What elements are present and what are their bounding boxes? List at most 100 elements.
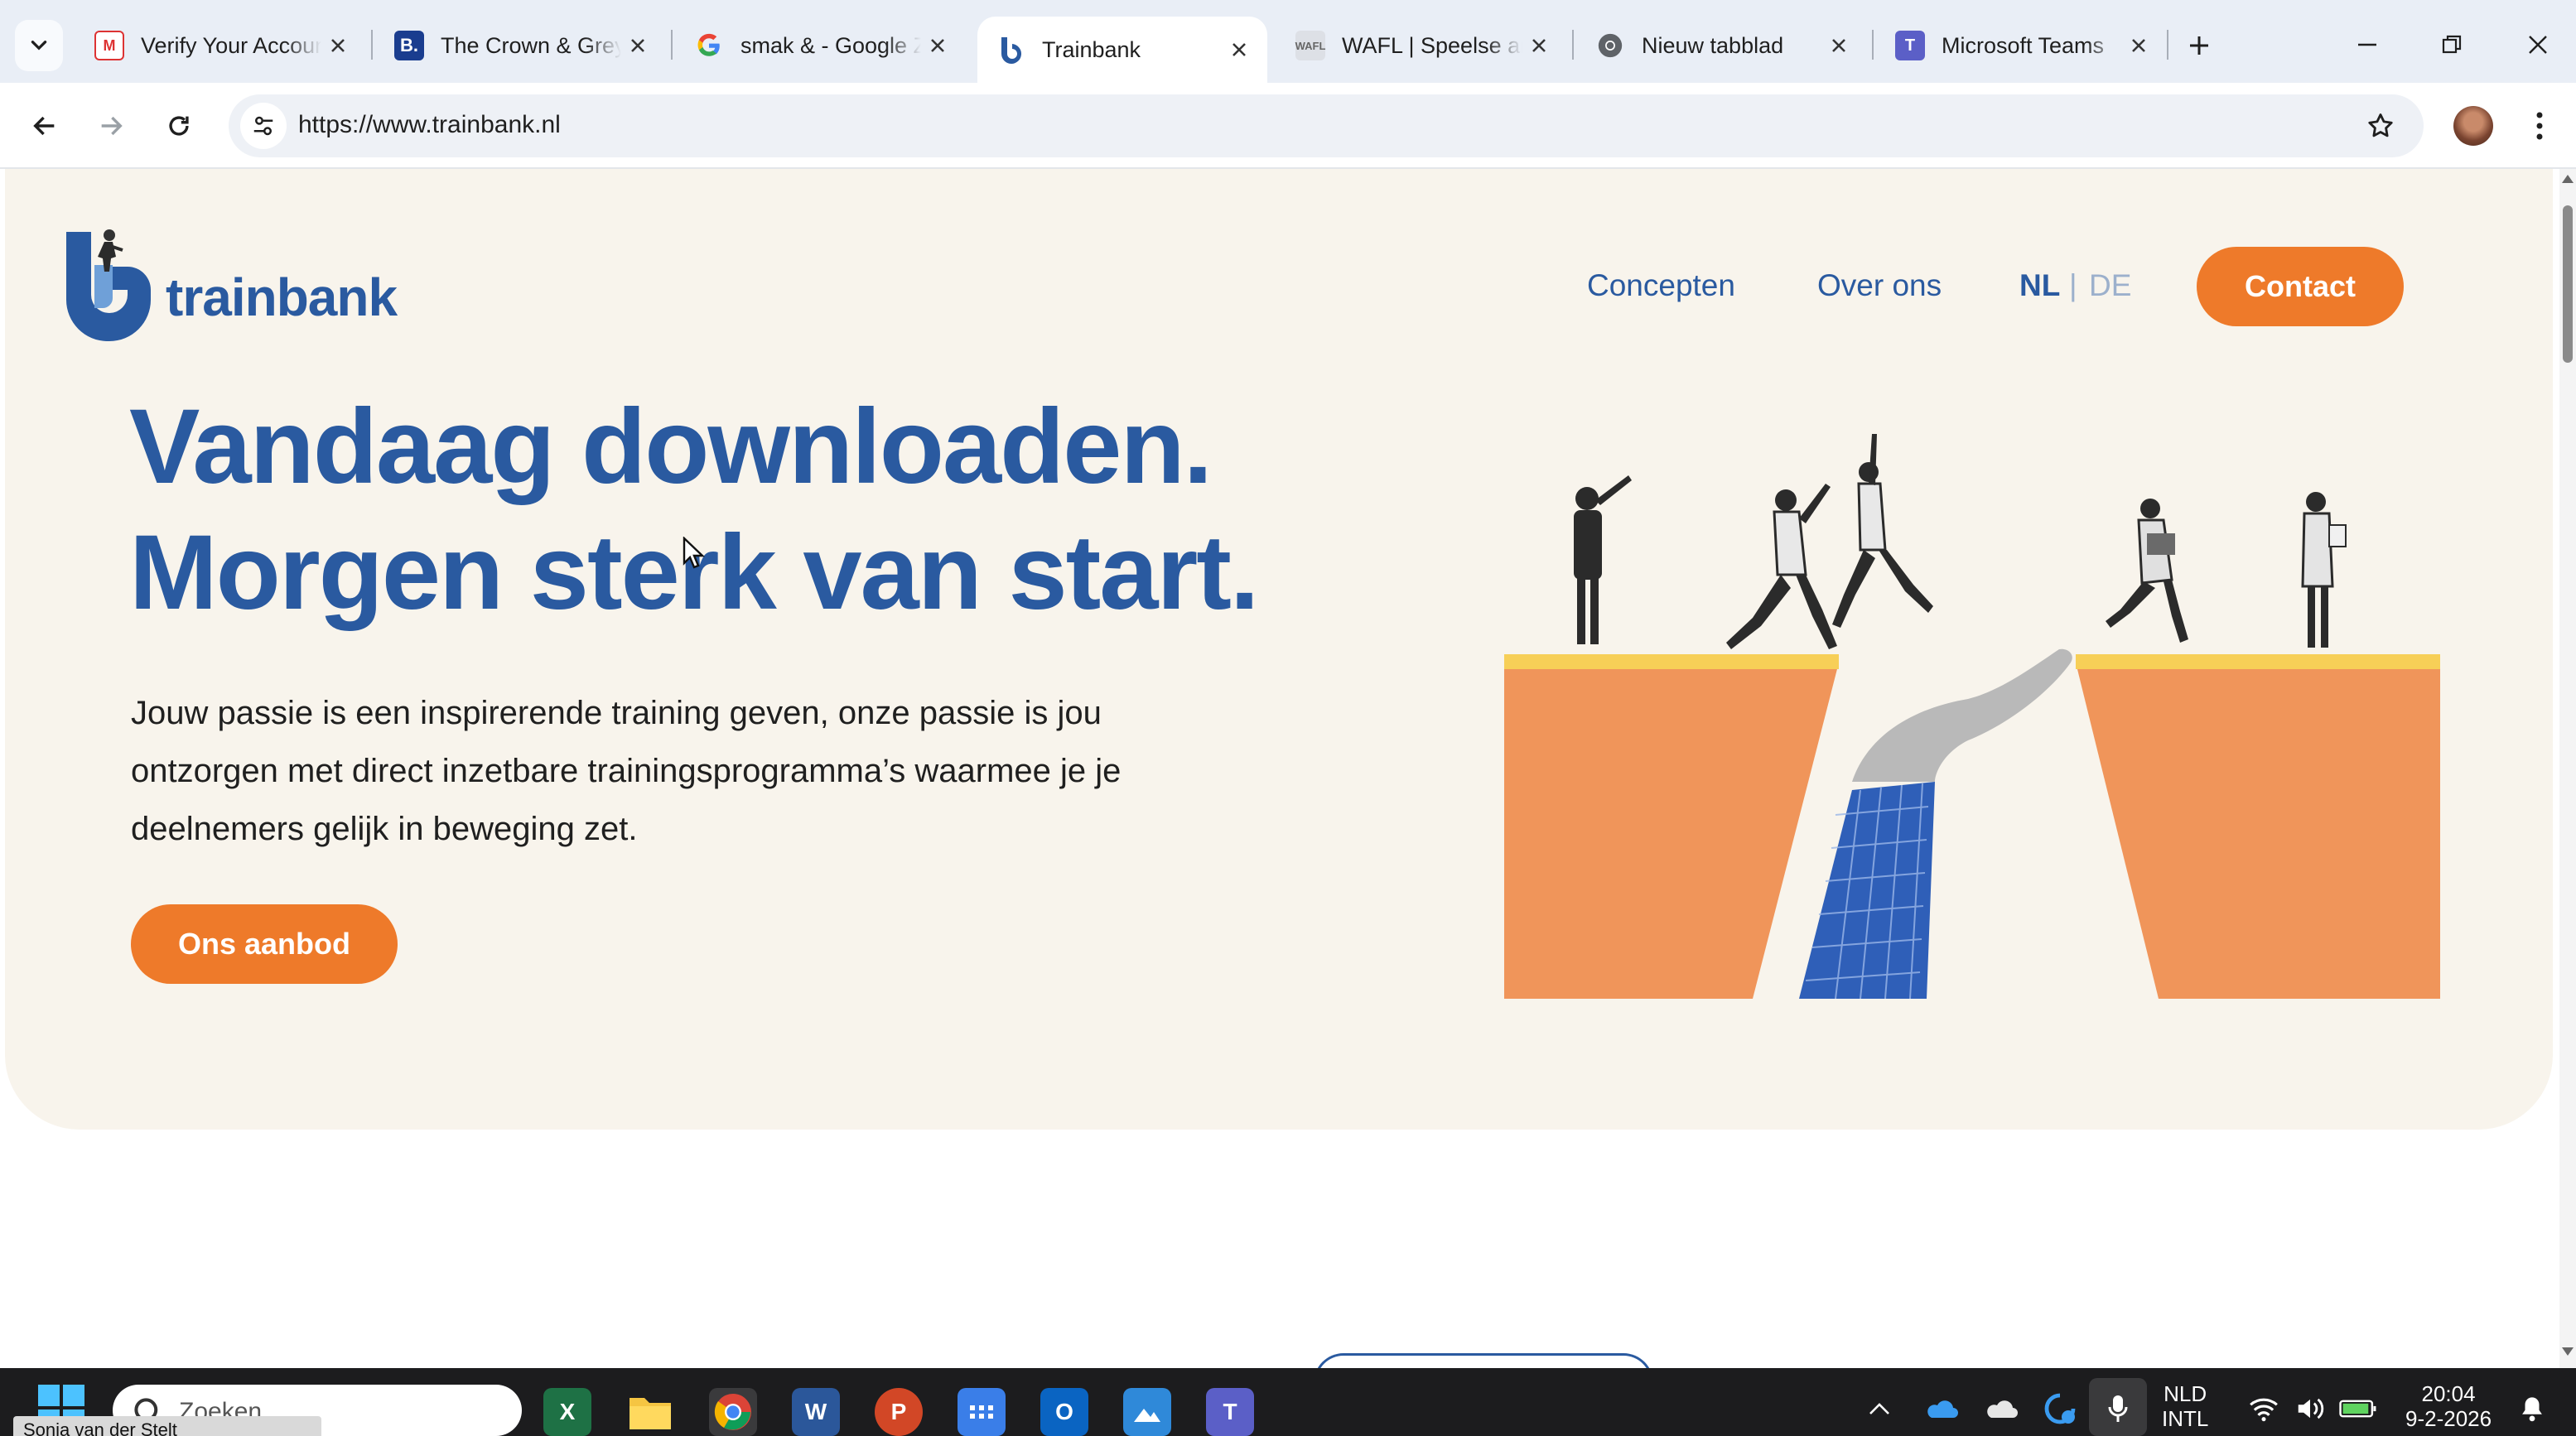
excel-icon[interactable]: X: [543, 1388, 591, 1436]
plus-icon: [2190, 36, 2208, 55]
keyboard-layout: INTL: [2162, 1406, 2209, 1431]
nav-link-over-ons[interactable]: Over ons: [1817, 268, 1942, 303]
input-language-indicator[interactable]: NLD INTL: [2162, 1381, 2208, 1431]
close-icon: [2529, 36, 2547, 54]
profile-avatar[interactable]: [2453, 106, 2493, 146]
trainbank-logo[interactable]: [63, 224, 154, 343]
calendar-icon[interactable]: [958, 1388, 1006, 1436]
tab-google[interactable]: smak & - Google Zoeken: [676, 17, 966, 75]
browser-menu-button[interactable]: [2523, 106, 2556, 146]
windows-logo-pane: [63, 1385, 84, 1406]
close-tab-icon[interactable]: [1522, 29, 1556, 62]
arrow-right-icon: [101, 116, 123, 136]
language-code: NLD: [2164, 1381, 2207, 1406]
close-tab-icon[interactable]: [321, 29, 355, 62]
windows-logo-pane: [38, 1385, 60, 1406]
file-explorer-icon[interactable]: [626, 1388, 674, 1436]
reload-icon: [169, 116, 189, 136]
scroll-thumb[interactable]: [2563, 205, 2573, 363]
browser-toolbar: https://www.trainbank.nl: [0, 83, 2576, 169]
scroll-up-arrow[interactable]: [2559, 174, 2576, 190]
close-tab-icon[interactable]: [921, 29, 954, 62]
bookmark-button[interactable]: [2362, 108, 2399, 144]
wifi-icon[interactable]: [2243, 1388, 2284, 1429]
brand-name: trainbank: [166, 267, 398, 327]
tab-gmail[interactable]: M Verify Your Account: [76, 17, 366, 75]
cloud-icon[interactable]: [1980, 1388, 2021, 1429]
tab-search-button[interactable]: [15, 20, 63, 71]
onedrive-icon[interactable]: [1920, 1388, 1961, 1429]
star-icon: [2368, 113, 2393, 137]
battery-icon[interactable]: [2337, 1388, 2379, 1429]
google-icon: [694, 31, 724, 60]
tab-trainbank[interactable]: Trainbank: [977, 17, 1267, 83]
address-bar[interactable]: https://www.trainbank.nl: [229, 94, 2424, 157]
close-tab-icon[interactable]: [1223, 33, 1256, 66]
minimize-button[interactable]: [2342, 22, 2392, 68]
outlook-icon[interactable]: O: [1040, 1388, 1088, 1436]
lang-option-nl[interactable]: NL: [2019, 268, 2060, 303]
tab-label: smak & - Google Zoeken: [740, 32, 921, 58]
tab-teams[interactable]: T Microsoft Teams: [1877, 17, 2167, 75]
ons-aanbod-button[interactable]: Ons aanbod: [131, 904, 398, 984]
tab-divider: [1572, 30, 1574, 60]
minimize-icon: [2358, 43, 2376, 46]
teams-taskbar-icon[interactable]: T: [1206, 1388, 1254, 1436]
powerpoint-icon[interactable]: P: [875, 1388, 923, 1436]
hand-shape: [1852, 648, 2072, 782]
url-text: https://www.trainbank.nl: [298, 111, 561, 138]
show-hidden-icons-button[interactable]: [1859, 1388, 1900, 1429]
tune-icon: [253, 116, 273, 136]
scroll-down-arrow[interactable]: [2559, 1347, 2576, 1363]
forward-button[interactable]: [84, 99, 137, 152]
sleeve-shape: [1799, 782, 1935, 999]
chrome-taskbar-icon[interactable]: [709, 1388, 757, 1436]
reload-button[interactable]: [152, 99, 205, 152]
photos-icon[interactable]: [1123, 1388, 1171, 1436]
left-cliff-shape: [1504, 663, 1839, 999]
hero-intro-text: Jouw passie is een inspirerende training…: [131, 695, 1122, 847]
security-status-icon[interactable]: [2039, 1388, 2081, 1429]
tab-booking[interactable]: B. The Crown & Greyhound: [376, 17, 666, 75]
tab-divider: [371, 30, 373, 60]
tab-strip: M Verify Your Account B. The Crown & Gre…: [0, 0, 2576, 83]
tab-label: Nieuw tabblad: [1642, 32, 1784, 58]
windows-taskbar: Zoeken Sonja van der Stelt X W P O T NLD…: [0, 1368, 2576, 1436]
nav-link-concepten[interactable]: Concepten: [1587, 268, 1735, 303]
hero-headline: Vandaag downloaden. Morgen sterk van sta…: [129, 384, 1259, 636]
headline-line-1: Vandaag downloaden.: [129, 388, 1213, 506]
screen: M Verify Your Account B. The Crown & Gre…: [0, 0, 2576, 1436]
page-scrollbar[interactable]: [2559, 169, 2576, 1368]
right-cliff-shape: [2076, 663, 2440, 999]
volume-icon[interactable]: [2289, 1388, 2331, 1429]
restore-icon: [2442, 35, 2462, 54]
word-icon[interactable]: W: [792, 1388, 840, 1436]
clock[interactable]: 20:04 9-2-2026: [2405, 1381, 2492, 1431]
headline-line-2: Morgen sterk van start.: [129, 513, 1259, 632]
more-vertical-icon: [2536, 112, 2543, 140]
tab-divider: [2167, 30, 2168, 60]
trainbank-icon: [996, 35, 1025, 65]
mouse-cursor: [683, 536, 706, 570]
back-button[interactable]: [18, 99, 71, 152]
new-tab-button[interactable]: [2178, 25, 2220, 66]
lang-option-de[interactable]: DE: [2089, 268, 2131, 303]
close-tab-icon[interactable]: [2122, 29, 2155, 62]
restore-button[interactable]: [2427, 22, 2477, 68]
contact-button[interactable]: Contact: [2197, 247, 2404, 326]
next-section-pill[interactable]: [1314, 1353, 1653, 1368]
chrome-icon: [1595, 31, 1625, 60]
site-info-button[interactable]: [240, 103, 287, 149]
wafl-icon: WAFL: [1295, 31, 1325, 60]
close-tab-icon[interactable]: [1822, 29, 1855, 62]
tab-new[interactable]: Nieuw tabblad: [1577, 17, 1867, 75]
microphone-icon[interactable]: [2097, 1388, 2139, 1429]
tab-label: The Crown & Greyhound: [441, 32, 621, 58]
tab-wafl[interactable]: WAFL WAFL | Speelse analyse: [1277, 17, 1567, 75]
page-viewport: trainbank Concepten Over ons NL | DE Con…: [0, 169, 2559, 1368]
close-window-button[interactable]: [2513, 22, 2563, 68]
people-figures: [1574, 434, 2347, 649]
notifications-icon[interactable]: [2511, 1388, 2553, 1429]
clock-date: 9-2-2026: [2405, 1406, 2492, 1431]
close-tab-icon[interactable]: [621, 29, 654, 62]
